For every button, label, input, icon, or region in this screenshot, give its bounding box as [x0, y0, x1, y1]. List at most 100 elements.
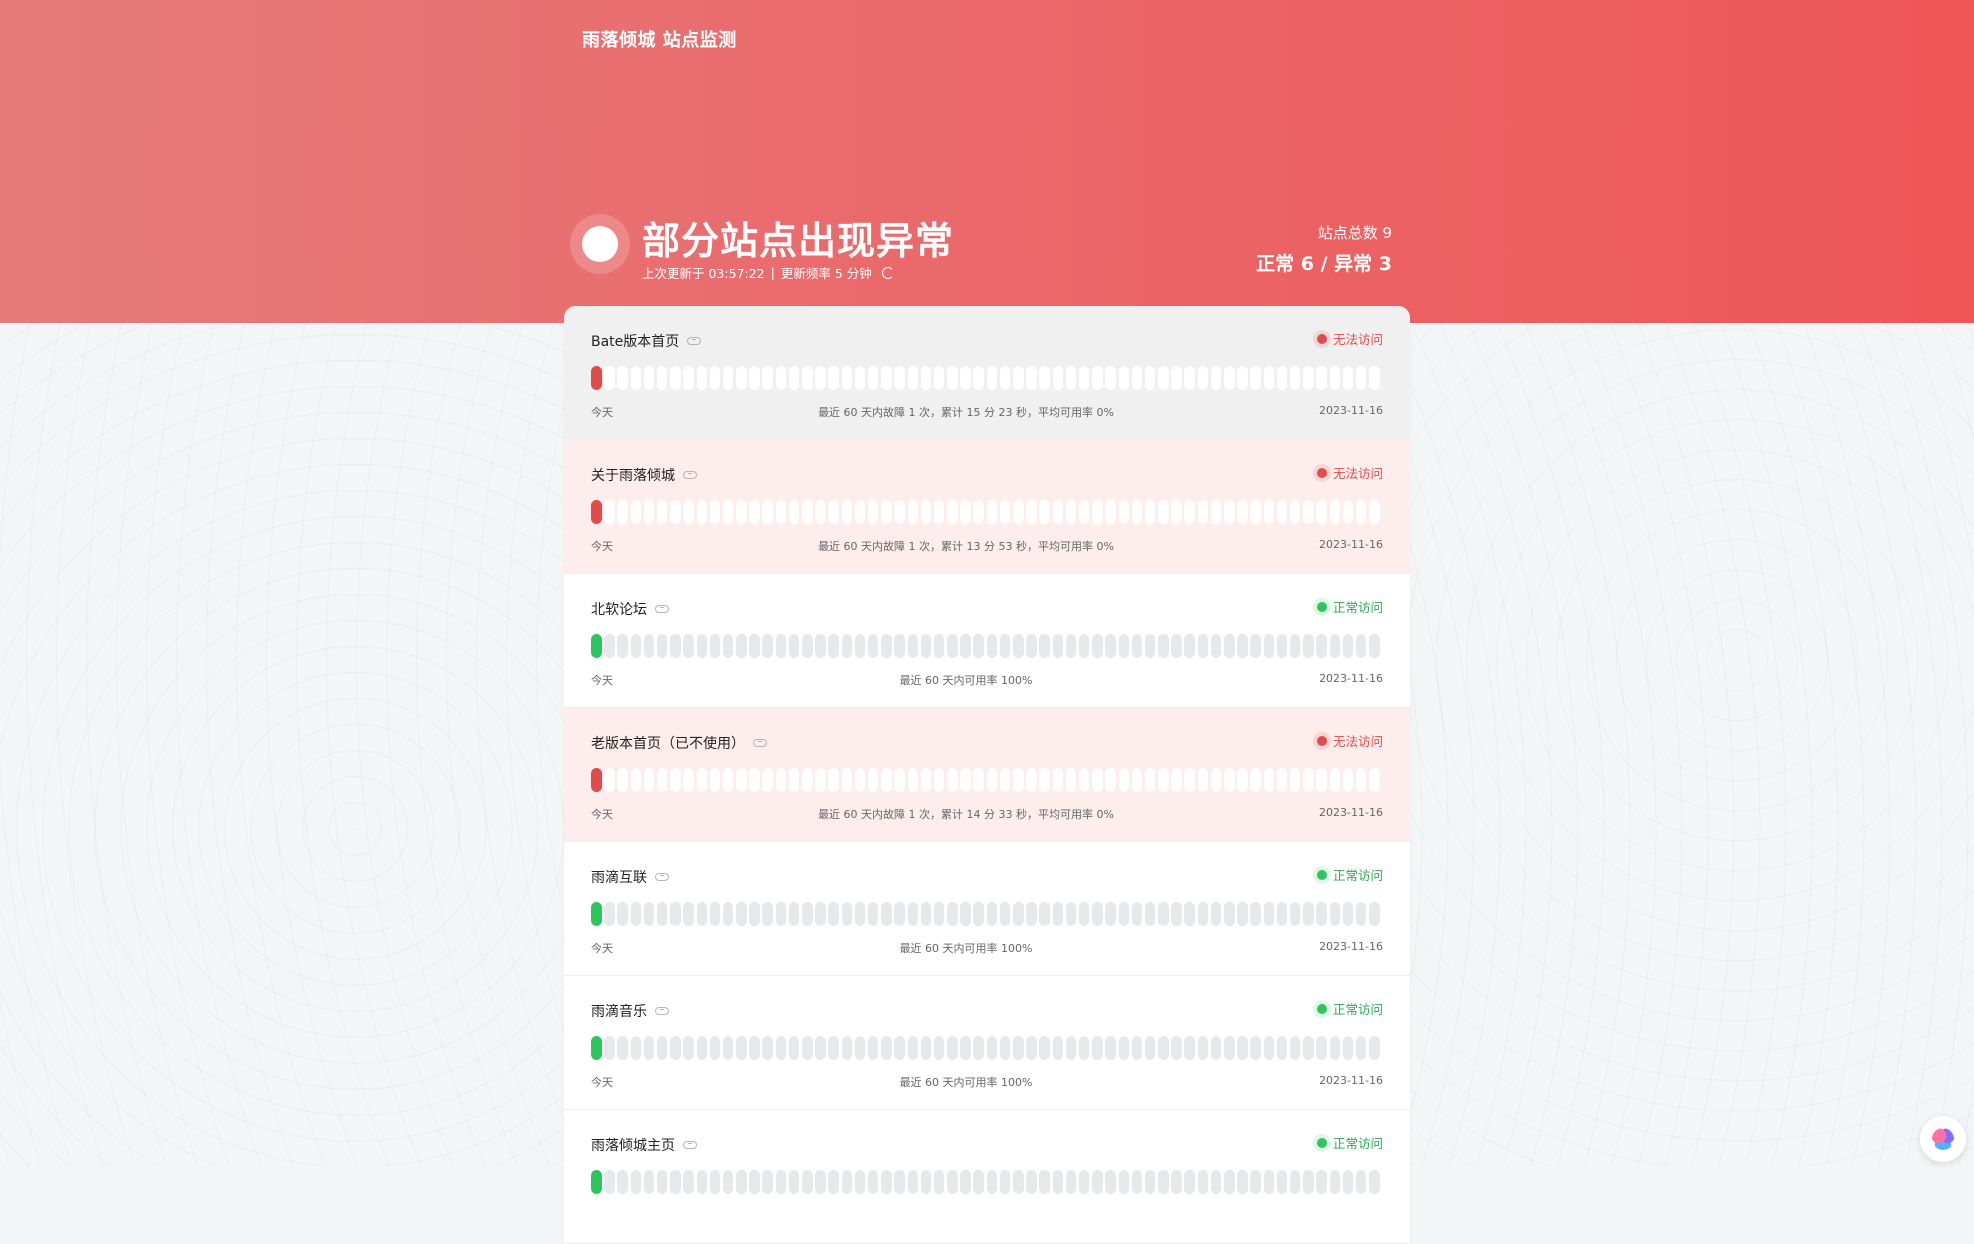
uptime-bar[interactable] — [1329, 768, 1340, 792]
uptime-bar[interactable] — [1171, 634, 1182, 658]
uptime-bar[interactable] — [999, 1036, 1011, 1060]
uptime-bar[interactable] — [1237, 634, 1248, 658]
uptime-bar[interactable] — [802, 902, 813, 926]
uptime-bar[interactable] — [1026, 366, 1037, 390]
uptime-bar[interactable] — [815, 768, 826, 792]
link-icon[interactable] — [687, 337, 702, 345]
uptime-bar[interactable] — [643, 366, 655, 390]
uptime-bar[interactable] — [986, 768, 998, 792]
uptime-bar[interactable] — [1158, 634, 1169, 658]
uptime-bar[interactable] — [894, 1170, 905, 1194]
uptime-bar-today[interactable] — [591, 768, 602, 792]
uptime-bar[interactable] — [802, 768, 813, 792]
uptime-bar[interactable] — [867, 366, 879, 390]
uptime-bar[interactable] — [1237, 902, 1248, 926]
uptime-bar[interactable] — [1197, 634, 1209, 658]
uptime-bar[interactable] — [1013, 768, 1024, 792]
uptime-bar-today[interactable] — [591, 1170, 602, 1194]
uptime-bar[interactable] — [1329, 902, 1340, 926]
uptime-bar[interactable] — [722, 902, 734, 926]
uptime-bar-today[interactable] — [591, 366, 602, 390]
uptime-bar[interactable] — [947, 902, 958, 926]
uptime-bar[interactable] — [709, 1036, 721, 1060]
uptime-bar[interactable] — [1342, 1036, 1354, 1060]
uptime-bar[interactable] — [841, 768, 853, 792]
uptime-bar-today[interactable] — [591, 500, 602, 524]
uptime-bar[interactable] — [683, 366, 694, 390]
uptime-bar[interactable] — [1289, 768, 1301, 792]
uptime-bar[interactable] — [775, 902, 787, 926]
uptime-bar[interactable] — [1184, 634, 1195, 658]
uptime-bar[interactable] — [775, 768, 787, 792]
uptime-bar[interactable] — [749, 500, 760, 524]
uptime-bar[interactable] — [1144, 1170, 1156, 1194]
uptime-bar[interactable] — [1197, 1036, 1209, 1060]
uptime-bar[interactable] — [1131, 1036, 1143, 1060]
uptime-bar[interactable] — [854, 634, 866, 658]
uptime-bar[interactable] — [802, 634, 813, 658]
uptime-bar[interactable] — [788, 500, 800, 524]
uptime-bar[interactable] — [1039, 902, 1050, 926]
uptime-bar[interactable] — [1355, 768, 1367, 792]
uptime-bar[interactable] — [1065, 1036, 1077, 1060]
uptime-bar[interactable] — [749, 366, 760, 390]
uptime-bar[interactable] — [841, 902, 853, 926]
uptime-bar[interactable] — [973, 500, 984, 524]
uptime-bar[interactable] — [1131, 634, 1143, 658]
uptime-bar[interactable] — [604, 1036, 615, 1060]
uptime-bar[interactable] — [1092, 500, 1103, 524]
uptime-bar[interactable] — [947, 634, 958, 658]
link-icon[interactable] — [753, 739, 767, 747]
uptime-bar[interactable] — [736, 366, 747, 390]
uptime-bar[interactable] — [920, 902, 932, 926]
refresh-icon[interactable] — [881, 266, 894, 279]
uptime-bar[interactable] — [617, 500, 628, 524]
uptime-bar-today[interactable] — [591, 902, 602, 926]
uptime-bar[interactable] — [1276, 768, 1288, 792]
uptime-bar[interactable] — [1065, 768, 1077, 792]
uptime-bar[interactable] — [1316, 366, 1327, 390]
uptime-bar[interactable] — [881, 902, 892, 926]
uptime-bar[interactable] — [1355, 634, 1367, 658]
uptime-bar[interactable] — [828, 500, 839, 524]
uptime-bar[interactable] — [973, 634, 984, 658]
uptime-bar[interactable] — [907, 1170, 918, 1194]
uptime-bar[interactable] — [604, 500, 615, 524]
uptime-bar[interactable] — [854, 1170, 866, 1194]
uptime-bar[interactable] — [986, 1170, 998, 1194]
uptime-bar[interactable] — [828, 902, 839, 926]
uptime-bar[interactable] — [1092, 902, 1103, 926]
uptime-bar[interactable] — [907, 500, 918, 524]
uptime-bar[interactable] — [960, 500, 971, 524]
uptime-bar[interactable] — [986, 634, 998, 658]
uptime-bar[interactable] — [1118, 634, 1129, 658]
uptime-bar[interactable] — [670, 1170, 681, 1194]
uptime-bar[interactable] — [867, 1170, 879, 1194]
uptime-bar[interactable] — [1184, 500, 1195, 524]
uptime-bar[interactable] — [722, 1036, 734, 1060]
uptime-bar[interactable] — [973, 902, 984, 926]
uptime-bar[interactable] — [986, 500, 998, 524]
uptime-bar[interactable] — [656, 634, 668, 658]
uptime-bar[interactable] — [604, 634, 615, 658]
uptime-bar[interactable] — [1355, 500, 1367, 524]
uptime-bar[interactable] — [1013, 1170, 1024, 1194]
uptime-bar[interactable] — [1197, 500, 1209, 524]
uptime-bar[interactable] — [656, 366, 668, 390]
uptime-bar[interactable] — [960, 366, 971, 390]
uptime-bar[interactable] — [643, 634, 655, 658]
uptime-bar[interactable] — [1289, 1170, 1301, 1194]
uptime-bar[interactable] — [881, 366, 892, 390]
uptime-bar[interactable] — [762, 1170, 773, 1194]
uptime-bar[interactable] — [802, 1170, 813, 1194]
uptime-bar[interactable] — [1316, 634, 1327, 658]
uptime-bar[interactable] — [722, 500, 734, 524]
uptime-bar[interactable] — [1131, 500, 1143, 524]
uptime-bar[interactable] — [683, 1036, 694, 1060]
uptime-bar[interactable] — [1276, 902, 1288, 926]
uptime-bar[interactable] — [1158, 500, 1169, 524]
uptime-bar[interactable] — [630, 1036, 642, 1060]
link-icon[interactable] — [683, 471, 697, 479]
uptime-bar[interactable] — [775, 634, 787, 658]
uptime-bar[interactable] — [1355, 1036, 1367, 1060]
